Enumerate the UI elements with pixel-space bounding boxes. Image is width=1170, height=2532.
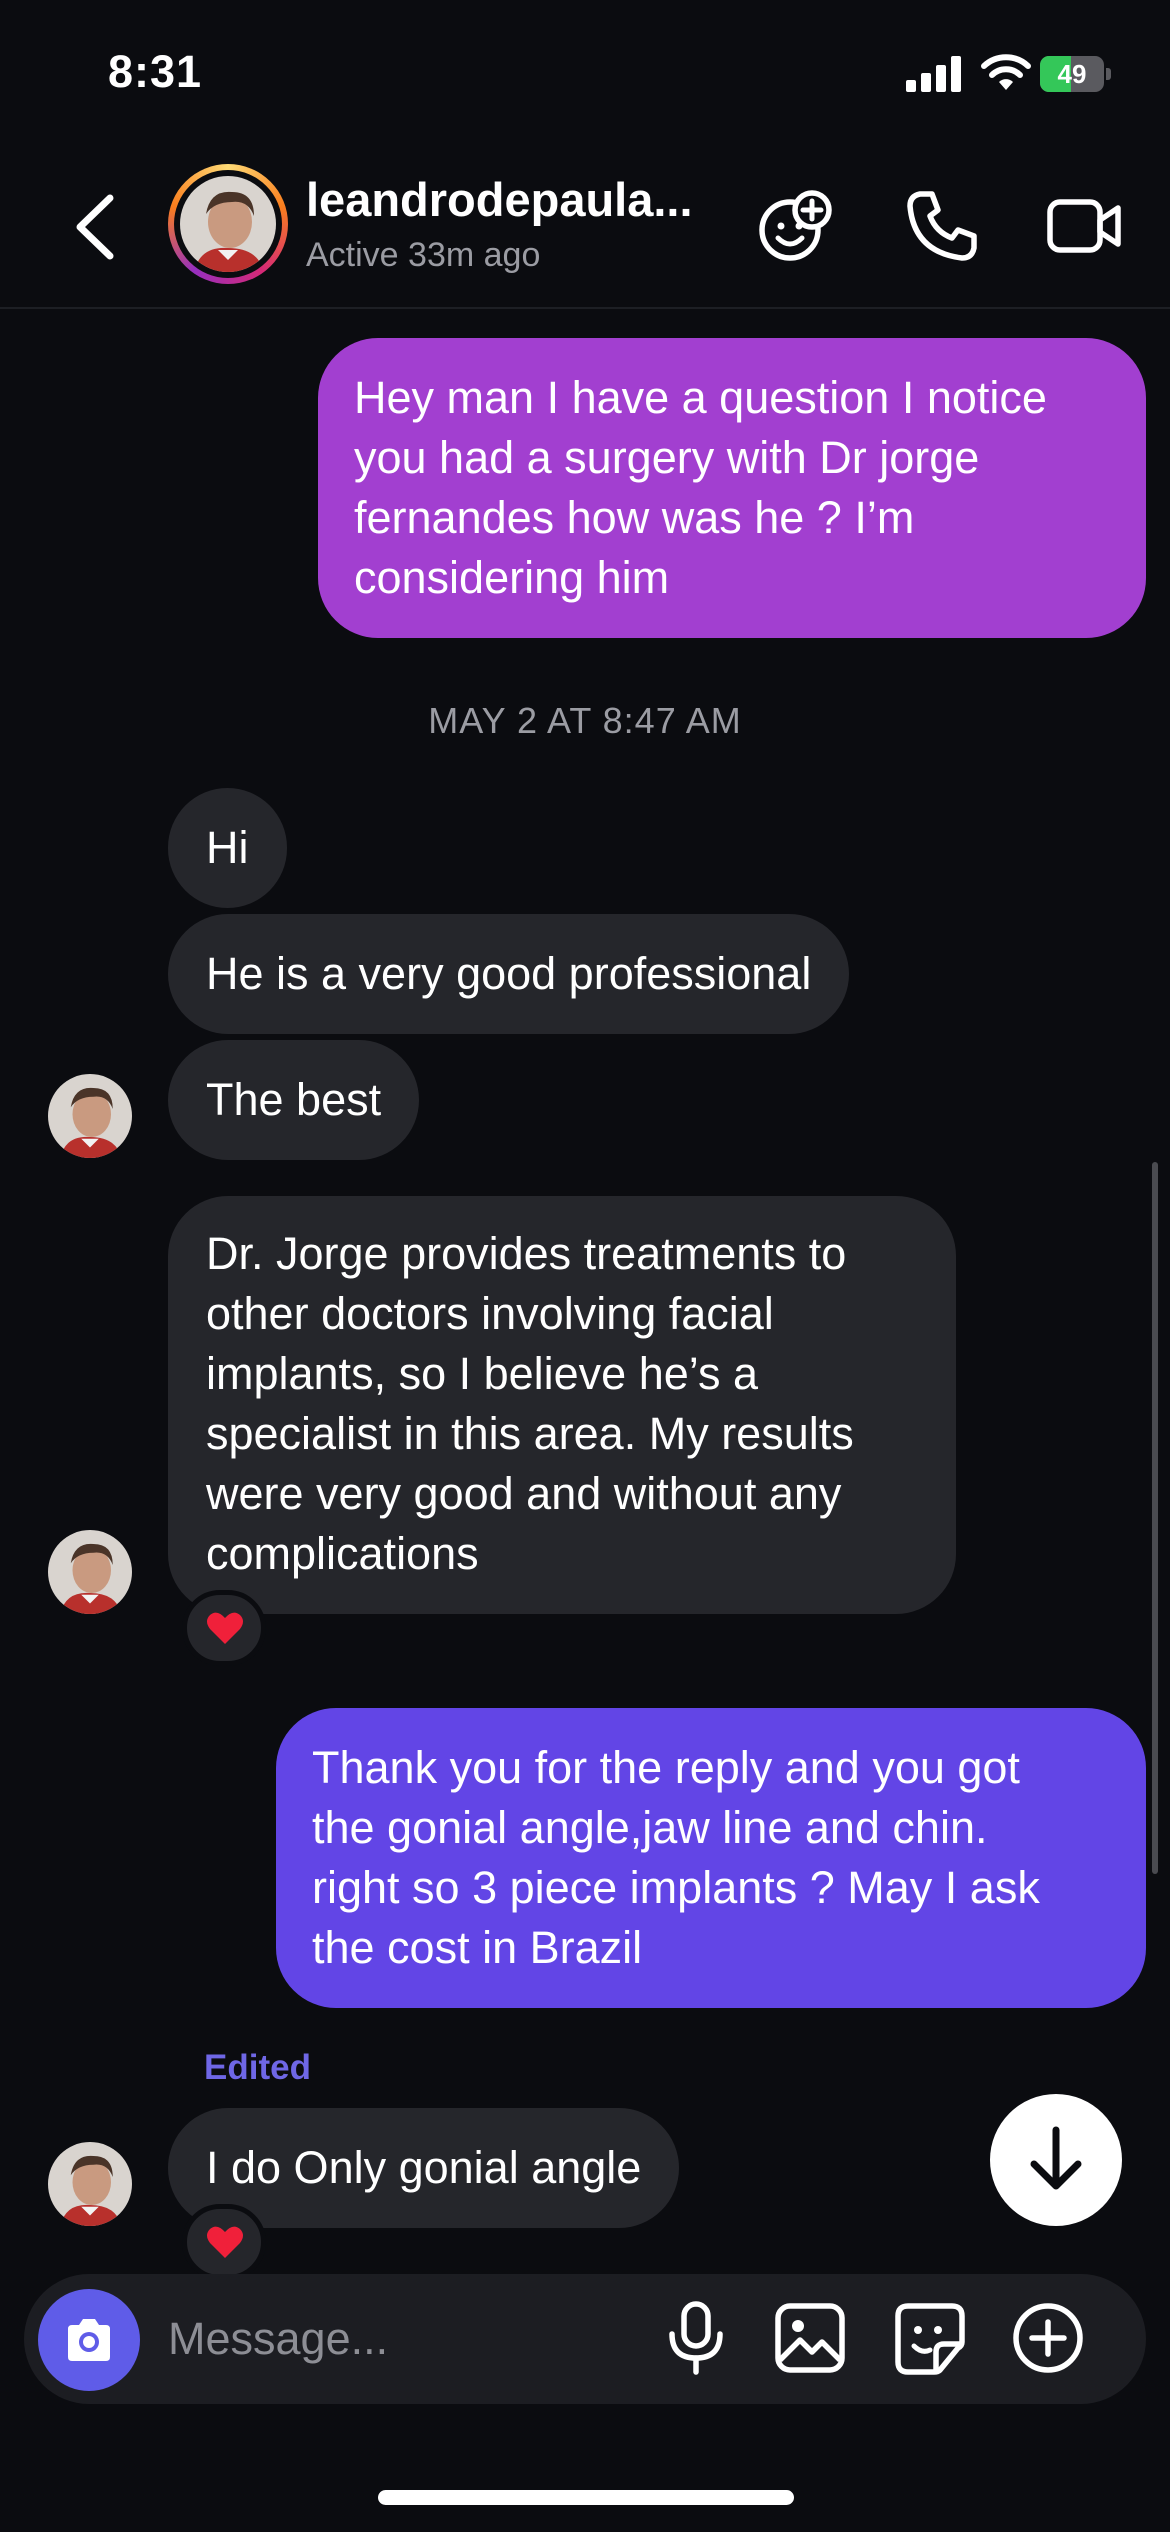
message-line: fernandes how was he ? I’m: [354, 492, 915, 543]
heart-icon: [207, 2226, 243, 2258]
outgoing-message[interactable]: Thank you for the reply and you got the …: [276, 1708, 1146, 2008]
scroll-to-bottom-button[interactable]: [990, 2094, 1122, 2226]
camera-icon: [68, 2319, 110, 2361]
incoming-message[interactable]: Hi: [168, 788, 287, 908]
message-line: Thank you for the reply and you got: [312, 1742, 1020, 1793]
avatar-photo: [180, 176, 276, 272]
status-time: 8:31: [108, 46, 203, 97]
incoming-message[interactable]: Dr. Jorge provides treatments to other d…: [168, 1196, 956, 1614]
incoming-message[interactable]: He is a very good professional: [168, 914, 850, 1034]
message-line: specialist in this area. My results: [206, 1408, 854, 1459]
sticker-icon[interactable]: [892, 2300, 968, 2376]
back-icon[interactable]: [70, 192, 120, 262]
wifi-icon: [981, 54, 1031, 90]
edited-label: Edited: [204, 2048, 311, 2087]
header-divider: [0, 307, 1170, 309]
microphone-icon[interactable]: [658, 2300, 734, 2376]
profile-avatar[interactable]: [168, 164, 288, 284]
message-line: Hey man I have a question I notice: [354, 372, 1047, 423]
message-line: complications: [206, 1528, 479, 1579]
heart-reaction[interactable]: [182, 1590, 266, 1666]
heart-reaction[interactable]: [182, 2204, 266, 2280]
video-icon[interactable]: [1044, 186, 1124, 266]
sticker-add-icon[interactable]: [756, 186, 836, 266]
message-line: implants, so I believe he’s a: [206, 1348, 758, 1399]
battery-icon: 49: [1040, 56, 1112, 92]
cellular-signal-icon: [906, 56, 961, 92]
outgoing-message[interactable]: Hey man I have a question I notice you h…: [318, 338, 1146, 638]
message-line: Dr. Jorge provides treatments to: [206, 1228, 847, 1279]
phone-icon[interactable]: [902, 186, 982, 266]
sender-avatar[interactable]: [48, 1530, 132, 1614]
battery-level: 49: [1057, 59, 1087, 89]
message-line: the gonial angle,jaw line and chin.: [312, 1802, 988, 1853]
gallery-icon[interactable]: [772, 2300, 848, 2376]
scrollbar[interactable]: [1152, 1162, 1158, 1874]
sender-avatar[interactable]: [48, 2142, 132, 2226]
message-line: considering him: [354, 552, 670, 603]
incoming-message[interactable]: The best: [168, 1040, 420, 1160]
plus-icon[interactable]: [1010, 2300, 1086, 2376]
home-indicator: [378, 2490, 794, 2505]
heart-icon: [207, 1612, 243, 1644]
message-line: right so 3 piece implants ? May I ask: [312, 1862, 1040, 1913]
message-line: were very good and without any: [206, 1468, 842, 1519]
message-line: the cost in Brazil: [312, 1922, 643, 1973]
date-separator: MAY 2 AT 8:47 AM: [428, 700, 742, 741]
sender-avatar[interactable]: [48, 1074, 132, 1158]
conversation-username[interactable]: leandrodepaula...: [306, 172, 693, 227]
message-input[interactable]: [168, 2304, 608, 2374]
message-line: other doctors involving facial: [206, 1288, 774, 1339]
message-line: you had a surgery with Dr jorge: [354, 432, 980, 483]
arrow-down-icon: [1030, 2126, 1082, 2190]
camera-button[interactable]: [38, 2289, 140, 2391]
active-status: Active 33m ago: [306, 236, 541, 274]
